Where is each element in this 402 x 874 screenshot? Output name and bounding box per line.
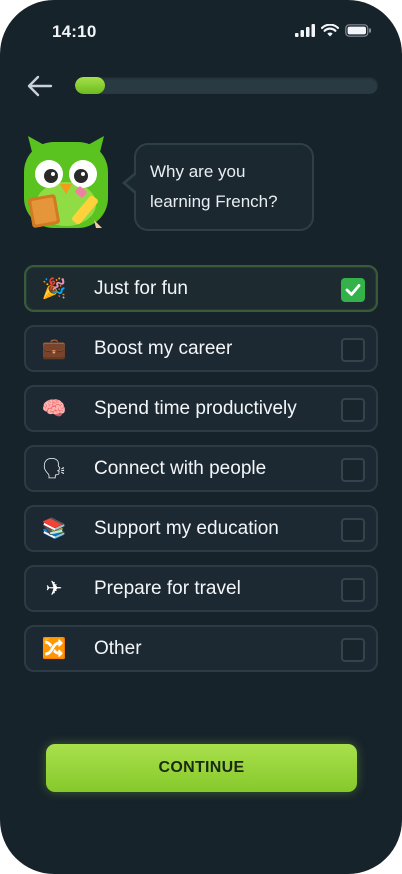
progress-fill — [75, 77, 106, 94]
wifi-icon — [321, 24, 339, 37]
checkbox[interactable] — [341, 398, 365, 422]
option-label: Boost my career — [94, 337, 233, 359]
airplane-icon: ✈ — [45, 578, 63, 600]
speaking-head-icon: 🗣 — [41, 458, 67, 480]
option-spend-time-productively[interactable]: 🧠 Spend time productively — [24, 385, 378, 432]
option-label: Prepare for travel — [94, 577, 241, 599]
option-connect-with-people[interactable]: 🗣 Connect with people — [24, 445, 378, 492]
option-label: Support my education — [94, 517, 279, 539]
option-boost-my-career[interactable]: 💼 Boost my career — [24, 325, 378, 372]
option-prepare-for-travel[interactable]: ✈ Prepare for travel — [24, 565, 378, 612]
prompt-line-1: Why are you — [150, 162, 246, 181]
shuffle-icon: 🔀 — [41, 638, 67, 660]
checkbox[interactable] — [341, 638, 365, 662]
speech-bubble: Why are you learning French? — [122, 143, 314, 231]
signal-icon — [295, 24, 315, 37]
option-label: Just for fun — [94, 277, 188, 299]
checkbox[interactable] — [341, 338, 365, 362]
briefcase-icon: 💼 — [41, 338, 67, 360]
status-time: 14:10 — [52, 22, 97, 41]
arrow-left-icon — [27, 75, 53, 97]
brain-icon: 🧠 — [41, 398, 67, 420]
books-icon: 📚 — [41, 518, 67, 540]
option-other[interactable]: 🔀 Other — [24, 625, 378, 672]
checkmark-icon — [345, 284, 361, 296]
option-label: Other — [94, 637, 142, 659]
owl-mascot — [20, 134, 112, 236]
option-label: Connect with people — [94, 457, 267, 479]
checkbox[interactable] — [341, 458, 365, 482]
progress-bar — [75, 77, 378, 94]
prompt-line-2: learning French? — [150, 192, 278, 211]
option-just-for-fun[interactable]: 🎉 Just for fun — [24, 265, 378, 312]
party-popper-icon: 🎉 — [41, 278, 67, 300]
checkbox[interactable] — [341, 578, 365, 602]
reason-options-list: 🎉 Just for fun 💼 Boost my career 🧠 Spend… — [24, 265, 378, 685]
option-label: Spend time productively — [94, 397, 297, 419]
status-icons — [295, 24, 372, 37]
checkbox-checked[interactable] — [341, 278, 365, 302]
continue-button[interactable]: CONTINUE — [46, 744, 357, 792]
back-button[interactable] — [24, 72, 56, 100]
phone-screen: 14:10 Why are you learning French? 🎉 Jus… — [0, 0, 402, 874]
checkbox[interactable] — [341, 518, 365, 542]
battery-icon — [345, 24, 371, 37]
option-support-my-education[interactable]: 📚 Support my education — [24, 505, 378, 552]
